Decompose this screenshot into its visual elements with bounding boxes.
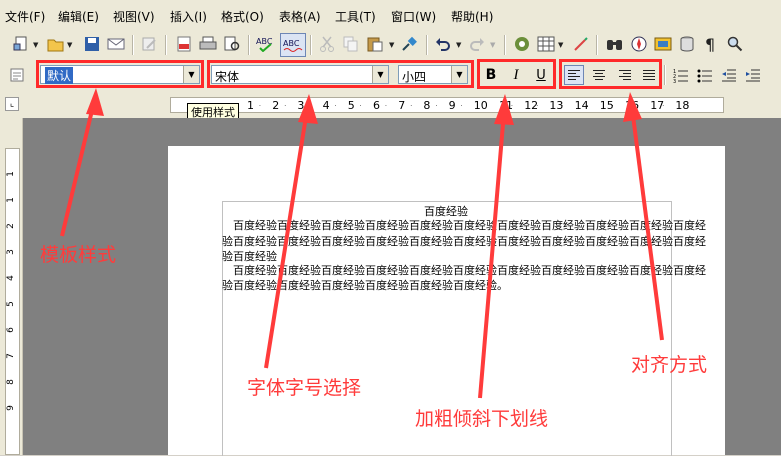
annotation-template-style: 模板样式	[40, 244, 117, 266]
annotation-font-selection: 字体字号选择	[247, 377, 362, 399]
annotation-arrows	[60, 88, 664, 399]
annotation-alignment: 对齐方式	[631, 354, 708, 376]
annotation-bold-italic-underline: 加粗倾斜下划线	[415, 408, 549, 430]
